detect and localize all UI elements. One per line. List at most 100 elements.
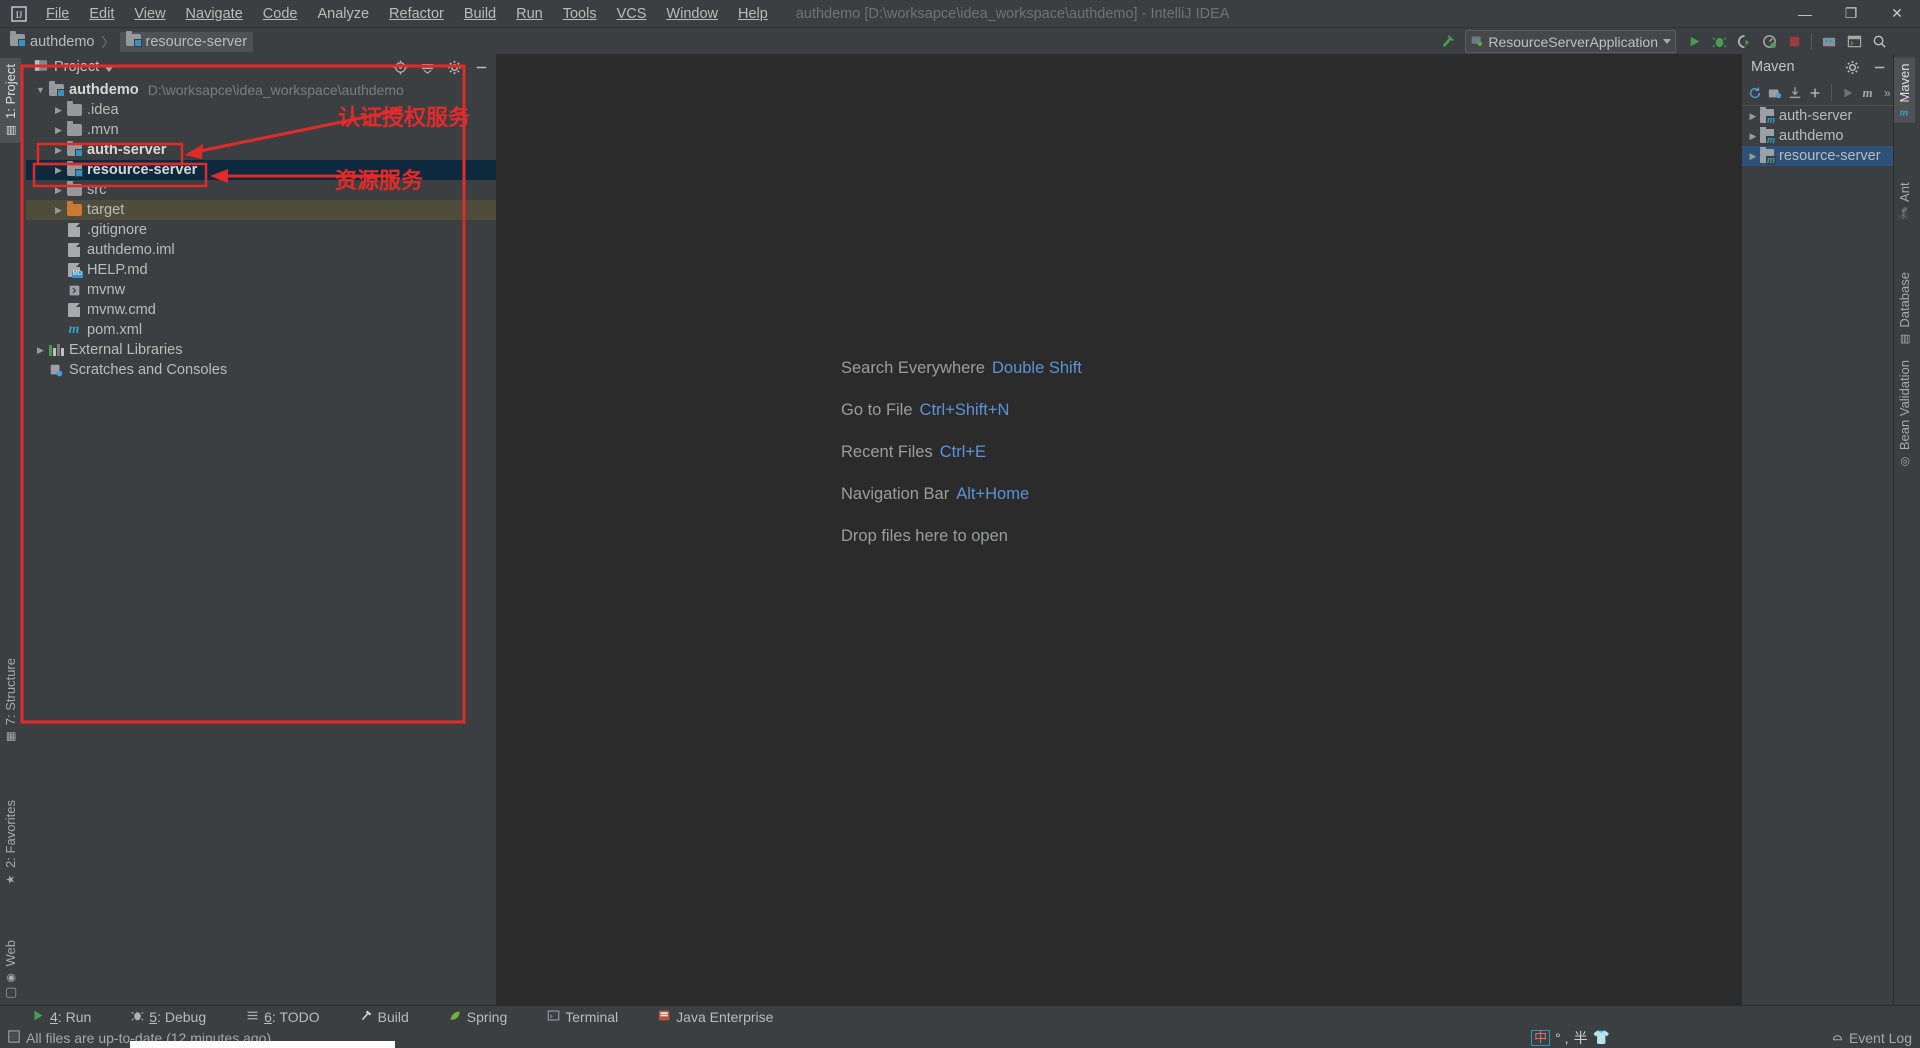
menu-edit[interactable]: Edit bbox=[79, 3, 124, 25]
menu-help[interactable]: Help bbox=[728, 3, 778, 25]
bottom-tab-run[interactable]: 4: Run bbox=[24, 1007, 101, 1027]
show-tool-windows-icon[interactable]: ▢ bbox=[5, 984, 17, 1000]
more-icon[interactable]: » bbox=[1880, 84, 1894, 101]
project-panel-tools[interactable] bbox=[392, 54, 490, 80]
profile-icon[interactable] bbox=[1758, 31, 1780, 53]
sidebar-item-web[interactable]: ◉ Web bbox=[0, 934, 21, 991]
add-maven-project-icon[interactable] bbox=[1808, 84, 1822, 101]
minimize-button[interactable]: — bbox=[1782, 0, 1828, 27]
tree-node-src[interactable]: ▶ src bbox=[26, 180, 496, 200]
chevron-right-icon[interactable]: ▶ bbox=[52, 125, 65, 136]
run-configuration-selector[interactable]: ResourceServerApplication bbox=[1465, 30, 1676, 53]
breadcrumb-authdemo[interactable]: authdemo bbox=[4, 30, 101, 52]
menu-tools[interactable]: Tools bbox=[553, 3, 607, 25]
chevron-right-icon[interactable]: ▶ bbox=[1746, 151, 1760, 162]
breadcrumb-resource-server[interactable]: resource-server bbox=[119, 30, 254, 52]
window-controls[interactable]: — ❐ ✕ bbox=[1782, 0, 1920, 27]
bottom-tab-todo[interactable]: 6: TODO bbox=[238, 1007, 330, 1027]
tree-node-mvnw-cmd[interactable]: mvnw.cmd bbox=[26, 300, 496, 320]
chevron-down-icon[interactable] bbox=[105, 59, 114, 76]
bottom-tab-debug[interactable]: 5: Debug bbox=[123, 1007, 216, 1027]
maven-projects-tree[interactable]: ▶ auth-server ▶ authdemo ▶ resource-server bbox=[1742, 106, 1894, 166]
maximize-button[interactable]: ❐ bbox=[1828, 0, 1874, 27]
ime-mode-chinese[interactable]: 中 bbox=[1531, 1029, 1551, 1046]
terminal-icon[interactable] bbox=[1843, 31, 1865, 53]
maven-project-authdemo[interactable]: ▶ authdemo bbox=[1742, 126, 1894, 146]
debug-icon[interactable] bbox=[1708, 31, 1730, 53]
tree-node-gitignore[interactable]: .gitignore bbox=[26, 220, 496, 240]
ime-width-half[interactable]: 半 bbox=[1574, 1028, 1588, 1048]
event-log-button[interactable]: Event Log bbox=[1831, 1030, 1912, 1046]
menu-vcs[interactable]: VCS bbox=[607, 3, 657, 25]
menu-bar[interactable]: File Edit View Navigate Code Analyze Ref… bbox=[36, 3, 778, 25]
hide-icon[interactable] bbox=[1871, 59, 1888, 76]
right-tool-strip[interactable]: m Maven 🐜 Ant ▤ Database ◎ Bean Validati… bbox=[1893, 54, 1920, 1006]
chevron-right-icon[interactable]: ▶ bbox=[52, 145, 65, 156]
sidebar-item-bean-validation[interactable]: ◎ Bean Validation bbox=[1894, 354, 1915, 474]
sidebar-item-project[interactable]: ▤ 1: Project bbox=[0, 58, 21, 143]
menu-analyze[interactable]: Analyze bbox=[307, 3, 379, 25]
tree-node-help-md[interactable]: MD HELP.md bbox=[26, 260, 496, 280]
chevron-down-icon[interactable] bbox=[1663, 39, 1671, 44]
download-sources-icon[interactable] bbox=[1788, 84, 1802, 101]
run-icon[interactable] bbox=[1683, 31, 1705, 53]
generate-sources-icon[interactable] bbox=[1768, 84, 1782, 101]
chevron-right-icon[interactable]: ▶ bbox=[1746, 111, 1760, 122]
run-with-coverage-icon[interactable] bbox=[1733, 31, 1755, 53]
tree-node-external-libraries[interactable]: ▶ External Libraries bbox=[26, 340, 496, 360]
chevron-right-icon[interactable]: ▶ bbox=[34, 345, 47, 356]
shirt-icon[interactable]: 👕 bbox=[1593, 1029, 1610, 1046]
status-right-group[interactable]: Event Log bbox=[1831, 1030, 1912, 1046]
menu-file[interactable]: File bbox=[36, 3, 79, 25]
tree-node-pom-xml[interactable]: m pom.xml bbox=[26, 320, 496, 340]
tree-node-target[interactable]: ▶ target bbox=[26, 200, 496, 220]
collapse-all-icon[interactable] bbox=[419, 59, 436, 76]
maven-toolbar[interactable]: m » bbox=[1742, 80, 1894, 106]
maven-settings-icon[interactable]: m bbox=[1861, 84, 1875, 101]
bottom-tab-build[interactable]: Build bbox=[352, 1007, 419, 1027]
bottom-tab-spring[interactable]: Spring bbox=[441, 1007, 517, 1027]
reload-icon[interactable] bbox=[1748, 84, 1762, 101]
tree-node-authdemo[interactable]: ▼ authdemo D:\worksapce\idea_workspace\aut… bbox=[26, 80, 496, 100]
bottom-tool-tabs[interactable]: 4: Run 5: Debug 6: TODO Build Spring Terminal… bbox=[0, 1005, 1920, 1027]
ime-punctuation[interactable]: ° , bbox=[1555, 1030, 1568, 1046]
tree-node-authdemo-iml[interactable]: authdemo.iml bbox=[26, 240, 496, 260]
menu-run[interactable]: Run bbox=[506, 3, 553, 25]
sidebar-item-database[interactable]: ▤ Database bbox=[1894, 266, 1915, 352]
settings-gear-icon[interactable] bbox=[1844, 59, 1861, 76]
ime-indicator[interactable]: 中 ° , 半 👕 bbox=[1531, 1028, 1610, 1048]
menu-view[interactable]: View bbox=[124, 3, 175, 25]
chevron-right-icon[interactable]: ▶ bbox=[52, 105, 65, 116]
tree-node-mvnw[interactable]: mvnw bbox=[26, 280, 496, 300]
chevron-down-icon[interactable]: ▼ bbox=[34, 85, 47, 95]
maven-project-resource-server[interactable]: ▶ resource-server bbox=[1742, 146, 1894, 166]
maven-header-icons[interactable] bbox=[1844, 54, 1888, 80]
close-button[interactable]: ✕ bbox=[1874, 0, 1920, 27]
tree-node-resource-server[interactable]: ▶ resource-server bbox=[26, 160, 496, 180]
tree-node-auth-server[interactable]: ▶ auth-server bbox=[26, 140, 496, 160]
menu-refactor[interactable]: Refactor bbox=[379, 3, 454, 25]
build-hammer-icon[interactable] bbox=[1436, 31, 1458, 53]
bottom-tab-java-enterprise[interactable]: Java Enterprise bbox=[650, 1007, 783, 1027]
sidebar-item-ant[interactable]: 🐜 Ant bbox=[1894, 176, 1915, 226]
maven-project-auth-server[interactable]: ▶ auth-server bbox=[1742, 106, 1894, 126]
chevron-right-icon[interactable]: ▶ bbox=[1746, 131, 1760, 142]
settings-gear-icon[interactable] bbox=[446, 59, 463, 76]
editor-area[interactable]: Search Everywhere Double Shift Go to File… bbox=[496, 54, 1742, 1006]
menu-build[interactable]: Build bbox=[454, 3, 506, 25]
menu-code[interactable]: Code bbox=[253, 3, 308, 25]
menu-window[interactable]: Window bbox=[656, 3, 728, 25]
search-icon[interactable] bbox=[1868, 31, 1890, 53]
project-tree[interactable]: ▼ authdemo D:\worksapce\idea_workspace\aut… bbox=[26, 80, 496, 1006]
chevron-right-icon[interactable]: ▶ bbox=[52, 165, 65, 176]
tree-node-scratches-and-consoles[interactable]: Scratches and Consoles bbox=[26, 360, 496, 380]
bottom-tab-terminal[interactable]: Terminal bbox=[539, 1007, 628, 1027]
sidebar-item-favorites[interactable]: ★ 2: Favorites bbox=[0, 794, 21, 892]
stop-icon[interactable] bbox=[1783, 31, 1805, 53]
run-icon[interactable] bbox=[1841, 84, 1855, 101]
chevron-right-icon[interactable]: ▶ bbox=[52, 185, 65, 196]
project-structure-icon[interactable] bbox=[1818, 31, 1840, 53]
sidebar-item-structure[interactable]: ▦ 7: Structure bbox=[0, 652, 21, 749]
main-toolbar[interactable]: ResourceServerApplication bbox=[1436, 28, 1920, 55]
menu-navigate[interactable]: Navigate bbox=[176, 3, 253, 25]
